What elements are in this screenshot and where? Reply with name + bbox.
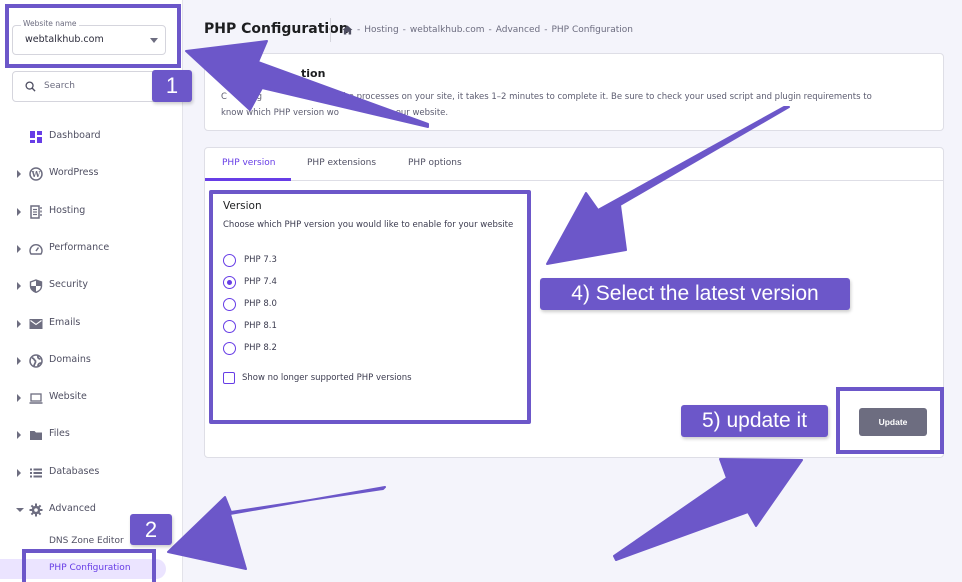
breadcrumb-separator: - xyxy=(544,25,548,35)
update-button[interactable]: Update xyxy=(859,408,927,436)
shield-icon xyxy=(29,279,43,293)
active-tab-indicator xyxy=(205,178,291,181)
radio-label: PHP 8.1 xyxy=(244,321,277,331)
breadcrumb-hosting[interactable]: Hosting xyxy=(364,25,398,35)
search-placeholder: Search xyxy=(44,81,75,91)
sidebar-item-databases[interactable]: Databases xyxy=(0,462,183,484)
tab-php-version[interactable]: PHP version xyxy=(222,158,275,168)
list-icon xyxy=(30,468,42,478)
sidebar-item-performance[interactable]: Performance xyxy=(0,238,183,260)
sidebar-item-label: Databases xyxy=(49,466,100,477)
info-desc-line-1: C ng top all the processes on your site,… xyxy=(221,92,872,102)
sidebar-item-label: Security xyxy=(49,279,89,290)
version-section: Version Choose which PHP version you wou… xyxy=(209,190,531,424)
radio-php-8-1[interactable] xyxy=(223,320,236,333)
dashboard-icon xyxy=(30,131,42,143)
website-select-annotation-frame xyxy=(5,4,181,68)
info-card: tion C ng top all the processes on your … xyxy=(204,53,944,131)
php-config-annotation-frame xyxy=(22,549,156,582)
sidebar-item-security[interactable]: Security xyxy=(0,275,183,297)
breadcrumb-current: PHP Configuration xyxy=(551,25,633,35)
page-title: PHP Configuration xyxy=(204,21,349,37)
expand-arrow-icon xyxy=(17,469,21,477)
version-description: Choose which PHP version you would like … xyxy=(223,220,514,230)
breadcrumb-website[interactable]: webtalkhub.com xyxy=(410,25,485,35)
radio-php-8-0[interactable] xyxy=(223,298,236,311)
breadcrumb-separator: - xyxy=(402,25,406,35)
radio-label: PHP 7.4 xyxy=(244,277,277,287)
step-4-badge: 4) Select the latest version xyxy=(540,278,850,310)
globe-icon xyxy=(29,354,43,368)
show-unsupported-label: Show no longer supported PHP versions xyxy=(242,373,412,383)
gear-icon xyxy=(29,503,43,517)
show-unsupported-checkbox[interactable] xyxy=(223,372,235,384)
step-5-badge: 5) update it xyxy=(681,405,828,437)
sidebar-item-emails[interactable]: Emails xyxy=(0,313,183,335)
expand-arrow-icon xyxy=(17,170,21,178)
breadcrumb-separator: - xyxy=(488,25,492,35)
sidebar-item-domains[interactable]: Domains xyxy=(0,350,183,372)
version-title: Version xyxy=(223,200,262,212)
sidebar-item-files[interactable]: Files xyxy=(0,424,183,446)
expand-arrow-icon xyxy=(17,245,21,253)
home-icon[interactable] xyxy=(342,25,353,35)
info-card-title: tion xyxy=(301,67,326,80)
radio-label: PHP 7.3 xyxy=(244,255,277,265)
arrow-5-icon xyxy=(613,458,803,561)
breadcrumb-separator: - xyxy=(357,25,361,35)
sidebar-item-label: Hosting xyxy=(49,205,86,216)
wordpress-icon: W xyxy=(29,167,43,181)
expand-arrow-icon xyxy=(17,320,21,328)
sidebar-item-wordpress[interactable]: W WordPress xyxy=(0,163,183,185)
sidebar-item-hosting[interactable]: Hosting xyxy=(0,201,183,223)
radio-label: PHP 8.2 xyxy=(244,343,277,353)
radio-php-7-4[interactable] xyxy=(223,276,236,289)
sidebar-item-label: WordPress xyxy=(49,167,99,178)
sidebar-item-label: Domains xyxy=(49,354,91,365)
breadcrumb-advanced[interactable]: Advanced xyxy=(496,25,540,35)
sidebar-item-label: Advanced xyxy=(49,503,96,514)
expand-arrow-icon xyxy=(17,357,21,365)
search-icon xyxy=(25,81,36,92)
sidebar-subitem-label: DNS Zone Editor xyxy=(49,536,124,546)
header-divider xyxy=(330,18,331,42)
tab-php-options[interactable]: PHP options xyxy=(408,158,462,168)
search-input[interactable]: Search xyxy=(12,71,166,102)
step-1-badge: 1 xyxy=(152,70,192,102)
info-desc-line-2: know which PHP version wo our website. xyxy=(221,108,449,118)
arrow-2-icon xyxy=(167,486,386,570)
hosting-icon xyxy=(30,205,42,219)
expand-arrow-icon xyxy=(17,208,21,216)
folder-icon xyxy=(30,431,42,440)
radio-php-8-2[interactable] xyxy=(223,342,236,355)
sidebar-item-label: Performance xyxy=(49,242,110,253)
laptop-icon xyxy=(29,393,43,404)
tab-bar: PHP version PHP extensions PHP options xyxy=(205,148,943,181)
step-2-badge: 2 xyxy=(130,514,172,545)
info-card-description: C ng top all the processes on your site,… xyxy=(221,89,931,121)
gauge-icon xyxy=(29,244,43,255)
sidebar-item-label: Dashboard xyxy=(49,130,101,141)
sidebar-item-website[interactable]: Website xyxy=(0,387,183,409)
tab-php-extensions[interactable]: PHP extensions xyxy=(307,158,376,168)
sidebar-item-label: Website xyxy=(49,391,87,402)
envelope-icon xyxy=(29,319,43,329)
breadcrumb: - Hosting - webtalkhub.com - Advanced - … xyxy=(342,25,633,35)
radio-label: PHP 8.0 xyxy=(244,299,277,309)
sidebar-item-label: Files xyxy=(49,428,70,439)
sidebar-item-dashboard[interactable]: Dashboard xyxy=(0,126,183,148)
expand-arrow-icon xyxy=(17,282,21,290)
expand-arrow-icon xyxy=(17,431,21,439)
expand-arrow-icon xyxy=(17,394,21,402)
svg-text:W: W xyxy=(31,169,42,179)
collapse-arrow-icon xyxy=(16,508,24,512)
sidebar-item-label: Emails xyxy=(49,317,81,328)
radio-php-7-3[interactable] xyxy=(223,254,236,267)
